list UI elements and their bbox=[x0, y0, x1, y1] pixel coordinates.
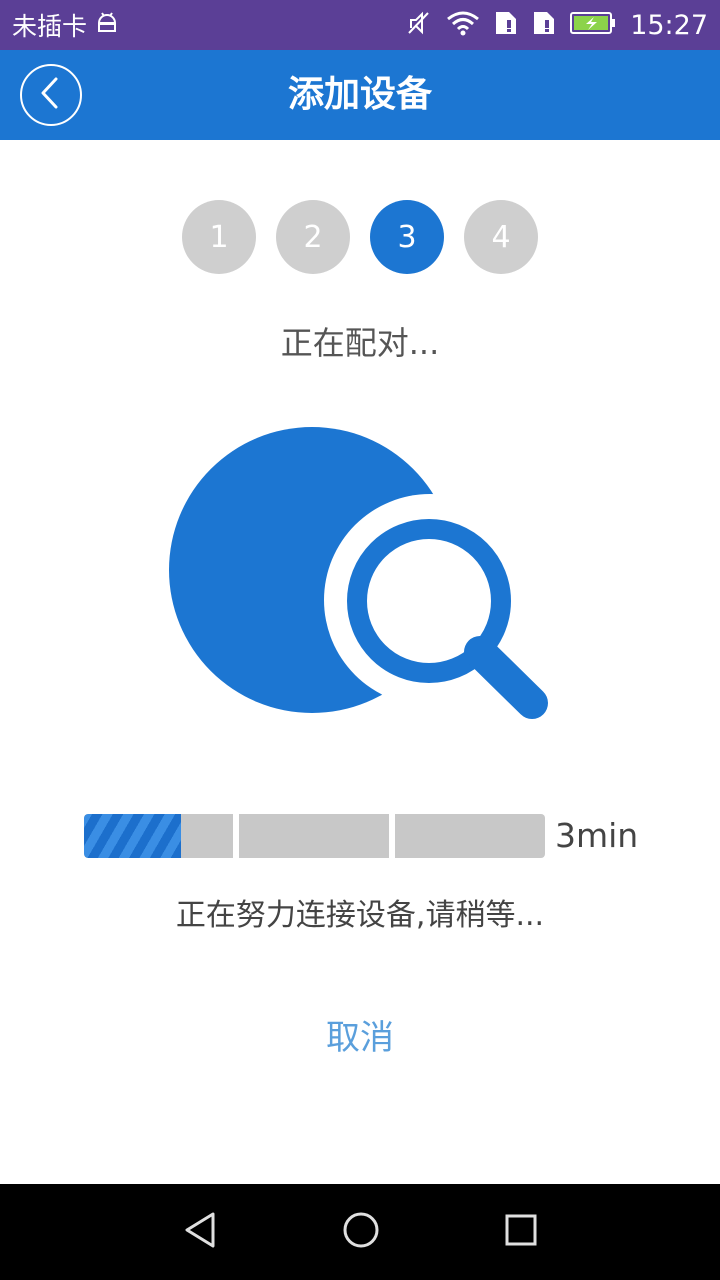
mute-icon bbox=[406, 10, 432, 40]
system-nav-bar bbox=[0, 1184, 720, 1280]
status-bar: 未插卡 15:27 bbox=[0, 0, 720, 50]
pairing-status-text: 正在配对... bbox=[280, 324, 440, 362]
nav-home-button[interactable] bbox=[321, 1184, 401, 1280]
nav-back-button[interactable] bbox=[160, 1184, 240, 1280]
sim-2-icon bbox=[532, 10, 556, 40]
progress-fill bbox=[84, 814, 181, 858]
android-icon bbox=[95, 11, 119, 40]
progress-segment-3 bbox=[395, 814, 545, 858]
connection-progress-bar bbox=[84, 814, 545, 858]
cancel-button[interactable]: 取消 bbox=[260, 1008, 460, 1068]
back-button[interactable] bbox=[20, 64, 82, 126]
remaining-time: 3min bbox=[555, 816, 639, 855]
nav-recents-button[interactable] bbox=[481, 1184, 561, 1280]
chevron-left-icon bbox=[36, 76, 66, 114]
status-right: 15:27 bbox=[406, 0, 708, 50]
progress-segment-2 bbox=[239, 814, 389, 858]
page-title: 添加设备 bbox=[287, 74, 432, 115]
step-1: 1 bbox=[182, 200, 256, 274]
battery-icon bbox=[570, 11, 616, 39]
step-2: 2 bbox=[276, 200, 350, 274]
step-indicator: 1 2 3 4 bbox=[0, 200, 720, 274]
app-bar: 添加设备 bbox=[0, 50, 720, 140]
status-time: 15:27 bbox=[630, 9, 708, 41]
recents-square-icon bbox=[501, 1210, 541, 1254]
home-circle-icon bbox=[341, 1210, 381, 1254]
status-left: 未插卡 bbox=[12, 0, 119, 50]
wifi-icon bbox=[446, 10, 480, 40]
search-device-icon bbox=[160, 420, 560, 730]
connecting-status-text: 正在努力连接设备,请稍等... bbox=[175, 898, 545, 933]
back-triangle-icon bbox=[180, 1210, 220, 1254]
carrier-text: 未插卡 bbox=[12, 12, 88, 41]
step-4: 4 bbox=[464, 200, 538, 274]
sim-1-icon bbox=[494, 10, 518, 40]
step-3-current: 3 bbox=[370, 200, 444, 274]
progress-segment-1 bbox=[84, 814, 233, 858]
